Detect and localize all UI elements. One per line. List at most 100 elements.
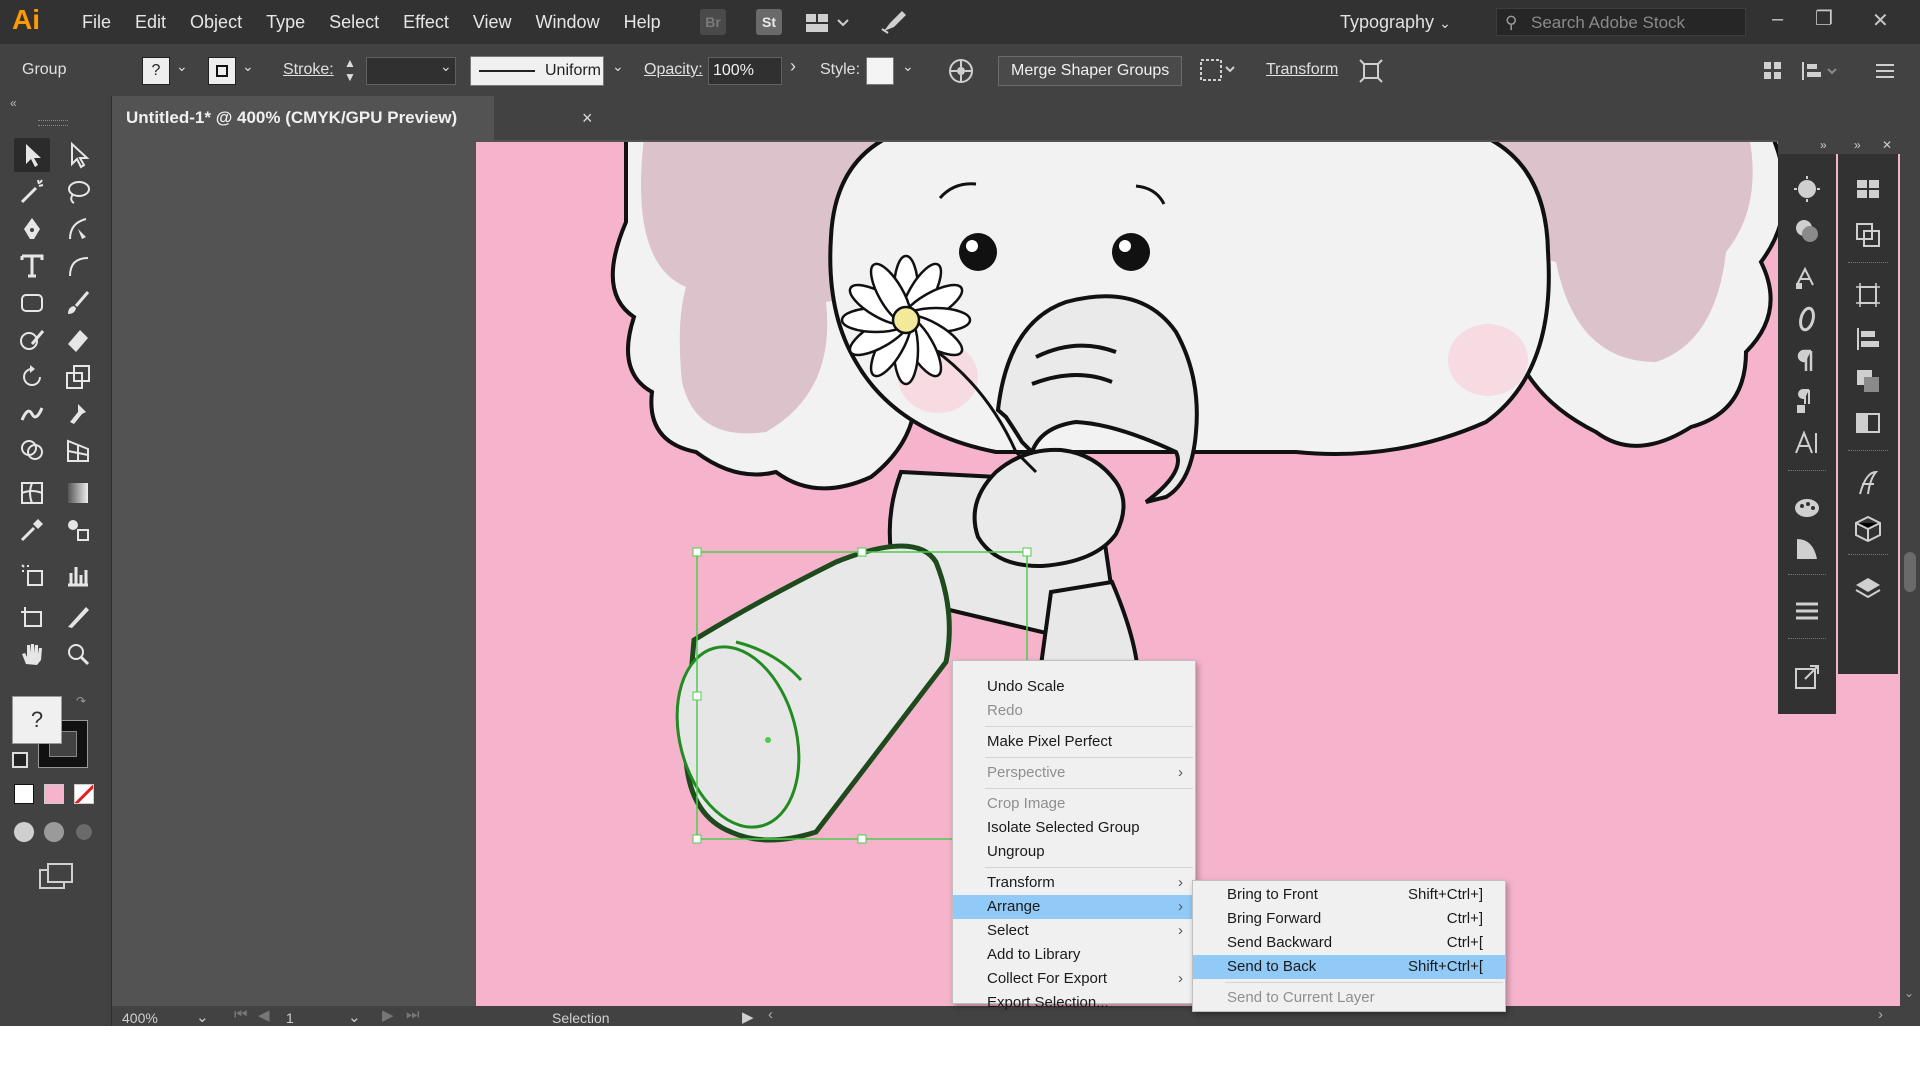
menu-help[interactable]: Help: [612, 0, 673, 44]
magic-wand-tool-icon[interactable]: [14, 175, 50, 209]
stroke-swatch[interactable]: [208, 57, 236, 85]
menu-file[interactable]: File: [70, 0, 123, 44]
stroke-panel-icon[interactable]: [1790, 594, 1824, 628]
hand-tool-icon[interactable]: [14, 637, 50, 671]
menu-effect[interactable]: Effect: [391, 0, 461, 44]
style-dropdown-icon[interactable]: ⌄: [902, 58, 914, 75]
zoom-dropdown-icon[interactable]: ⌄: [196, 1008, 209, 1026]
fill-color-swatch[interactable]: ?: [12, 696, 62, 744]
menu-edit[interactable]: Edit: [123, 0, 178, 44]
menu-select[interactable]: Select: [317, 0, 391, 44]
elephant-artwork[interactable]: [476, 142, 1920, 1006]
zoom-tool-icon[interactable]: [60, 637, 96, 671]
eyedropper-tool-icon[interactable]: [14, 513, 50, 547]
perspective-grid-tool-icon[interactable]: [60, 434, 96, 468]
style-swatch[interactable]: [866, 57, 894, 85]
export-panel-icon[interactable]: [1790, 660, 1824, 694]
close-dock-icon[interactable]: ✕: [1882, 138, 1892, 152]
menu-item-collect-for-export[interactable]: Collect For Export ›: [953, 967, 1195, 991]
menu-item-add-to-library[interactable]: Add to Library: [953, 943, 1195, 967]
stroke-weight-dropdown-icon[interactable]: ⌄: [440, 58, 452, 75]
variable-width-profile[interactable]: Uniform: [470, 56, 604, 86]
menu-object[interactable]: Object: [178, 0, 254, 44]
rotate-tool-icon[interactable]: [14, 360, 50, 394]
panel-grid-icon[interactable]: [1762, 60, 1784, 87]
menu-type[interactable]: Type: [254, 0, 317, 44]
type-tool-icon[interactable]: [14, 249, 50, 283]
gpu-rocket-icon[interactable]: [880, 9, 908, 40]
character-panel-icon[interactable]: [1790, 426, 1824, 460]
pathfinder-shapes-panel-icon[interactable]: [1851, 364, 1885, 398]
draw-behind-icon[interactable]: [44, 822, 64, 842]
default-fill-stroke-icon[interactable]: [12, 752, 28, 768]
gradient-tool-icon[interactable]: [60, 476, 96, 510]
opacity-label[interactable]: Opacity:: [644, 44, 703, 96]
shaper-tool-icon[interactable]: [14, 323, 50, 357]
libraries-panel-icon[interactable]: [1851, 512, 1885, 546]
layers-panel-icon[interactable]: [1851, 572, 1885, 606]
arrange-documents-icon[interactable]: [804, 12, 852, 39]
document-tab[interactable]: Untitled-1* @ 400% (CMYK/GPU Preview): [112, 96, 494, 140]
gradient-panel-icon[interactable]: [1790, 532, 1824, 566]
recolor-artwork-icon[interactable]: [948, 58, 974, 89]
bridge-button[interactable]: Br: [700, 9, 726, 35]
toolbar-collapse-icon[interactable]: «: [10, 96, 17, 110]
menu-item-bring-to-front[interactable]: Bring to Front Shift+Ctrl+]: [1193, 883, 1505, 907]
rectangle-tool-icon[interactable]: [14, 286, 50, 320]
panel-menu-icon[interactable]: [1874, 60, 1896, 87]
swap-fill-stroke-icon[interactable]: ↷: [76, 694, 86, 708]
minimize-icon[interactable]: –: [1772, 8, 1783, 31]
slice-tool-icon[interactable]: [60, 600, 96, 634]
direct-selection-tool-icon[interactable]: [60, 138, 96, 172]
transform-link[interactable]: Transform: [1266, 44, 1338, 96]
document-close-icon[interactable]: ×: [582, 96, 593, 140]
paragraph-panel-icon[interactable]: [1790, 344, 1824, 378]
menu-item-transform[interactable]: Transform ›: [953, 871, 1195, 895]
artboards-panel-icon[interactable]: [1851, 278, 1885, 312]
menu-item-select[interactable]: Select ›: [953, 919, 1195, 943]
artboard-tool-icon[interactable]: [14, 600, 50, 634]
profile-dropdown-icon[interactable]: ⌄: [612, 58, 624, 75]
align-dropdown-icon[interactable]: [1198, 57, 1238, 88]
eraser-tool-icon[interactable]: [60, 323, 96, 357]
collapse-dock-icon[interactable]: »: [1820, 138, 1827, 152]
opentype-panel-icon[interactable]: [1790, 302, 1824, 336]
dock-header[interactable]: » » ✕: [1778, 138, 1920, 154]
color-guide-panel-icon[interactable]: [1790, 490, 1824, 524]
stock-button[interactable]: St: [756, 9, 782, 35]
close-icon[interactable]: ✕: [1872, 8, 1889, 33]
gradient-mode-icon[interactable]: [44, 784, 64, 804]
menu-item-ungroup[interactable]: Ungroup: [953, 840, 1195, 864]
transparency-panel-icon[interactable]: [1851, 406, 1885, 440]
lasso-tool-icon[interactable]: [60, 175, 96, 209]
search-stock-input[interactable]: ⚲ Search Adobe Stock: [1496, 8, 1746, 36]
warp-tool-icon[interactable]: [14, 397, 50, 431]
next-artboard-icon[interactable]: ▶: [382, 1006, 394, 1024]
symbol-sprayer-tool-icon[interactable]: [14, 558, 50, 592]
scroll-left-icon[interactable]: ‹: [768, 1006, 773, 1023]
arc-tool-icon[interactable]: [60, 249, 96, 283]
artboard-dropdown-icon[interactable]: ⌄: [348, 1008, 361, 1026]
artboard[interactable]: [476, 142, 1920, 1006]
status-menu-icon[interactable]: ▶: [742, 1008, 754, 1026]
align-panel-icon[interactable]: [1851, 322, 1885, 356]
fill-swatch[interactable]: ?: [142, 57, 170, 85]
zoom-level[interactable]: 400%: [122, 1010, 158, 1026]
blend-tool-icon[interactable]: [60, 513, 96, 547]
draw-normal-icon[interactable]: [14, 822, 34, 842]
stroke-dropdown-icon[interactable]: ⌄: [242, 58, 254, 75]
menu-item-send-backward[interactable]: Send Backward Ctrl+[: [1193, 931, 1505, 955]
distribute-icon[interactable]: [1800, 60, 1840, 87]
selection-tool-icon[interactable]: [14, 138, 50, 172]
isolate-group-icon[interactable]: [1358, 58, 1384, 89]
menu-item-bring-forward[interactable]: Bring Forward Ctrl+]: [1193, 907, 1505, 931]
pen-tool-icon[interactable]: [14, 212, 50, 246]
mesh-tool-icon[interactable]: [14, 476, 50, 510]
toolbar-grip[interactable]: [38, 120, 68, 126]
character-styles-panel-icon[interactable]: [1851, 466, 1885, 500]
paragraph-styles-panel-icon[interactable]: [1790, 384, 1824, 418]
last-artboard-icon[interactable]: ⏭: [406, 1006, 420, 1023]
none-mode-icon[interactable]: [74, 784, 94, 804]
vertical-scrollbar[interactable]: ⌃ ⌄: [1900, 142, 1920, 1006]
menu-view[interactable]: View: [461, 0, 524, 44]
